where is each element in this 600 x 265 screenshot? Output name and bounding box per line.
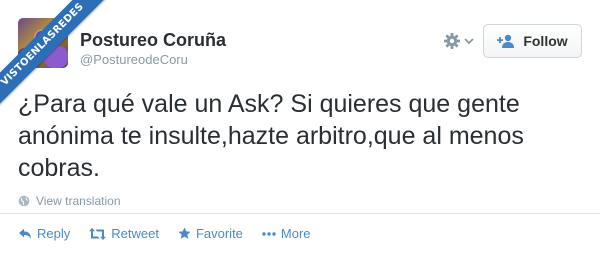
view-translation-link[interactable]: View translation (18, 194, 121, 208)
retweet-label: Retweet (111, 226, 159, 241)
user-name[interactable]: Postureo Coruña (80, 30, 226, 51)
view-translation-label: View translation (36, 194, 121, 208)
tweet-text-line: anónima te insulte,hazte arbitro,que al … (18, 122, 524, 150)
reply-button[interactable]: Reply (18, 226, 70, 241)
more-label: More (280, 226, 311, 241)
star-icon (178, 227, 191, 239)
retweet-button[interactable]: Retweet (89, 226, 159, 241)
gear-icon (444, 33, 460, 49)
more-button[interactable]: More (262, 226, 311, 241)
tweet-actions: Reply Retweet Favorite More (18, 226, 330, 241)
follow-button[interactable]: Follow (483, 24, 582, 58)
avatar-logo-icon: g (34, 20, 55, 55)
reply-icon (19, 228, 31, 239)
tweet-text: ¿Para qué vale un Ask? Si quieres que ge… (18, 88, 583, 184)
avatar[interactable]: g (18, 18, 68, 68)
divider (0, 213, 600, 214)
chevron-down-icon (464, 38, 474, 45)
tweet-card: VISTOENLASREDES g Postureo Coruña @Postu… (0, 0, 600, 265)
user-handle[interactable]: @PostureodeCoru (80, 52, 188, 67)
tweet-text-line: cobras. (18, 154, 100, 182)
more-dots-icon (262, 231, 276, 236)
settings-dropdown-button[interactable] (443, 32, 479, 50)
favorite-label: Favorite (195, 226, 243, 241)
follow-button-label: Follow (523, 33, 568, 49)
favorite-button[interactable]: Favorite (178, 226, 243, 241)
retweet-icon (89, 227, 107, 240)
add-user-icon (497, 34, 515, 48)
tweet-text-line: ¿Para qué vale un Ask? Si quieres que ge… (18, 90, 520, 118)
reply-label: Reply (37, 226, 71, 241)
globe-icon (18, 195, 30, 207)
